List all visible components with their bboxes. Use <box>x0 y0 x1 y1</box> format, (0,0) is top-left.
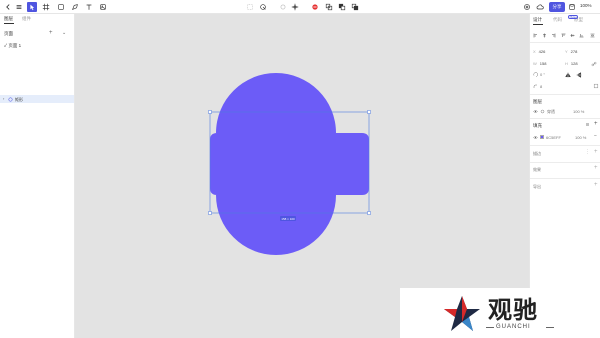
add-export-icon[interactable]: + <box>594 182 598 188</box>
flip-horizontal-icon[interactable] <box>565 72 571 78</box>
fill-color-swatch[interactable] <box>540 135 544 139</box>
page-item-label: 页面 1 <box>8 43 22 48</box>
chevron-right-icon[interactable]: › <box>3 96 4 101</box>
layer-row-rectangle[interactable]: › 矩形 <box>0 95 74 103</box>
corner-radius-icon <box>533 84 537 88</box>
fill-heading: 填充 <box>533 123 542 128</box>
resize-handle-tr[interactable] <box>367 110 371 114</box>
divider <box>530 162 600 163</box>
shape-layer-icon <box>8 97 13 101</box>
union-shape[interactable] <box>210 73 369 255</box>
page-item[interactable]: ✓ 页面 1 <box>4 43 21 49</box>
back-icon[interactable] <box>3 2 13 12</box>
x-field[interactable]: X 426 <box>533 49 545 54</box>
image-tool-icon[interactable] <box>98 2 108 12</box>
cloud-upload-icon[interactable] <box>535 2 545 12</box>
tab-design[interactable]: 设计 <box>533 17 542 23</box>
divider <box>530 42 600 43</box>
crosshair-icon[interactable] <box>290 2 300 12</box>
resize-handle-bl[interactable] <box>208 211 212 215</box>
add-fill-icon[interactable]: + <box>594 121 598 127</box>
divider <box>530 145 600 146</box>
layer-label: 矩形 <box>15 96 23 102</box>
layer-mode-select[interactable]: 穿透 <box>547 109 555 115</box>
resize-handle-br[interactable] <box>367 211 371 215</box>
flip-vertical-icon[interactable] <box>576 72 582 78</box>
rectangle-tool-icon[interactable] <box>56 2 66 12</box>
stroke-options-icon[interactable]: ⋮ <box>585 150 590 155</box>
frame-tool-icon[interactable] <box>41 2 51 12</box>
eye-icon[interactable] <box>533 109 538 114</box>
tab-components[interactable]: 组件 <box>22 16 31 22</box>
align-center-h-icon[interactable] <box>542 33 547 38</box>
tab-underline <box>4 23 14 24</box>
layer-opacity-field[interactable]: 100 % <box>573 109 584 114</box>
menu-icon[interactable] <box>14 2 24 12</box>
align-left-icon[interactable] <box>533 33 538 38</box>
width-field[interactable]: W 158 <box>533 61 546 66</box>
subtract-icon[interactable] <box>337 2 347 12</box>
link-icon[interactable] <box>591 61 597 67</box>
align-center-v-icon[interactable] <box>570 33 575 38</box>
tab-underline <box>533 24 543 25</box>
y-field[interactable]: Y 278 <box>565 49 577 54</box>
layer-heading: 图层 <box>533 99 542 104</box>
effects-heading: 效果 <box>533 167 541 172</box>
fill-hex-field[interactable]: 6C5EFF <box>546 135 561 140</box>
beta-badge: Beta <box>568 15 578 19</box>
align-right-icon[interactable] <box>551 33 556 38</box>
align-toolbar <box>533 33 599 39</box>
divider <box>530 118 600 119</box>
layers-panel: 图层 组件 页面 + ⌄ ✓ 页面 1 › 矩形 <box>0 14 75 338</box>
settings-icon[interactable] <box>522 2 532 12</box>
tab-code[interactable]: 代码 <box>553 17 562 23</box>
add-stroke-icon[interactable]: + <box>594 149 598 155</box>
boolean-icon[interactable] <box>245 2 255 12</box>
component-icon[interactable] <box>278 2 288 12</box>
watermark-line-left <box>486 327 494 328</box>
add-page-icon[interactable]: + <box>49 30 53 36</box>
intersect-icon[interactable] <box>350 2 360 12</box>
chevron-down-icon[interactable]: ⌄ <box>62 31 66 36</box>
align-top-icon[interactable] <box>561 33 566 38</box>
distribute-icon[interactable] <box>590 33 595 38</box>
zoom-level[interactable]: 100% <box>580 3 592 8</box>
rotation-field[interactable]: 0 ° <box>540 72 545 77</box>
corner-radius-field[interactable]: 8 <box>540 84 542 89</box>
divider <box>530 94 600 95</box>
resize-handle-tl[interactable] <box>208 110 212 114</box>
independent-corners-icon[interactable] <box>593 83 599 89</box>
divider <box>530 178 600 179</box>
text-tool-icon[interactable] <box>84 2 94 12</box>
app-window: 分享 100% 图层 组件 页面 + ⌄ ✓ 页面 1 › 矩形 158 × 1… <box>0 0 600 338</box>
blend-mode-icon <box>540 109 545 114</box>
share-button[interactable]: 分享 <box>549 2 565 12</box>
watermark-line-right <box>546 327 554 328</box>
fill-styles-icon[interactable] <box>585 122 590 127</box>
export-heading: 导出 <box>533 184 541 189</box>
pen-tool-icon[interactable] <box>70 2 80 12</box>
star-logo <box>444 296 480 331</box>
add-effect-icon[interactable]: + <box>594 165 598 171</box>
align-bottom-icon[interactable] <box>579 33 584 38</box>
move-tool-icon[interactable] <box>27 2 37 12</box>
prohibited-icon[interactable] <box>310 2 320 12</box>
height-field[interactable]: H 128 <box>565 61 578 66</box>
stroke-heading: 描边 <box>533 151 541 156</box>
fill-visibility-icon[interactable] <box>533 135 538 140</box>
pages-section-title: 页面 <box>4 31 13 36</box>
union-icon[interactable] <box>324 2 334 12</box>
tab-layers[interactable]: 图层 <box>4 16 13 22</box>
remove-fill-icon[interactable]: − <box>594 134 597 139</box>
top-toolbar: 分享 100% <box>0 0 600 14</box>
watermark: 观驰 GUANCHI <box>400 288 600 338</box>
rotation-icon <box>533 72 538 77</box>
lasso-icon[interactable] <box>258 2 268 12</box>
save-icon[interactable] <box>567 2 577 12</box>
watermark-title: 观驰 <box>488 296 538 324</box>
watermark-subtitle: GUANCHI <box>496 324 531 330</box>
size-badge: 158 × 100 <box>280 216 296 221</box>
fill-opacity-field[interactable]: 100 % <box>575 135 586 140</box>
